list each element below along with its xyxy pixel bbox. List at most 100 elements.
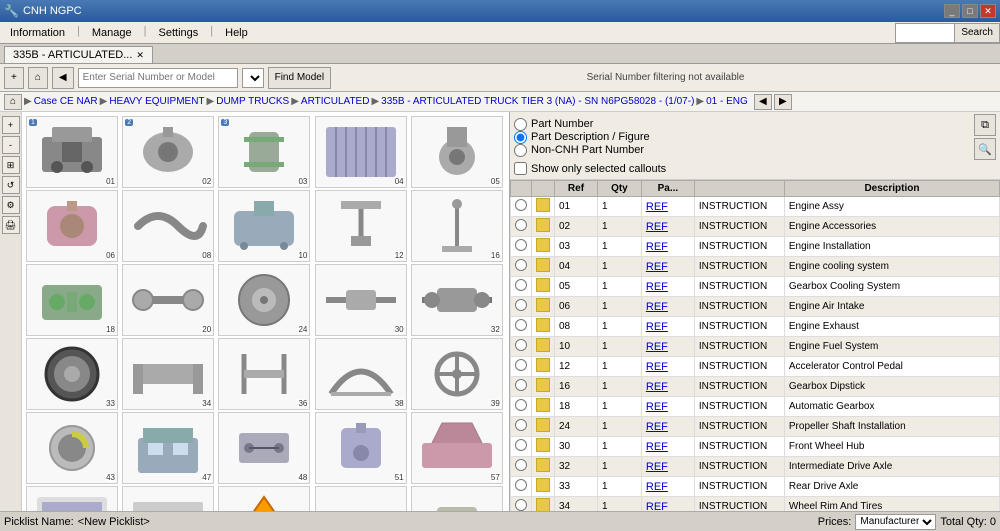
copy-icon-button[interactable]: ⧉	[974, 114, 996, 136]
radio-part-desc[interactable]: Part Description / Figure	[514, 131, 650, 144]
table-row[interactable]: 05 1 REF INSTRUCTION Gearbox Cooling Sys…	[511, 277, 1000, 297]
part-radio[interactable]	[515, 439, 527, 451]
breadcrumb-heavy[interactable]: HEAVY EQUIPMENT	[109, 96, 204, 107]
ref-link[interactable]: REF	[646, 341, 668, 353]
diagram-cell[interactable]: 67	[315, 486, 407, 511]
table-row[interactable]: 34 1 REF INSTRUCTION Wheel Rim And Tires	[511, 497, 1000, 512]
menu-manage[interactable]: Manage	[82, 25, 142, 41]
row-part[interactable]: REF	[641, 257, 694, 277]
diagram-cell[interactable]: 43	[26, 412, 118, 484]
row-part[interactable]: REF	[641, 197, 694, 217]
table-row[interactable]: 33 1 REF INSTRUCTION Rear Drive Axle	[511, 477, 1000, 497]
diagram-cell[interactable]: 05	[411, 116, 503, 188]
row-radio-cell[interactable]	[511, 437, 532, 457]
menu-information[interactable]: Information	[0, 25, 75, 41]
row-part[interactable]: REF	[641, 437, 694, 457]
show-callouts-checkbox[interactable]	[514, 162, 527, 175]
row-part[interactable]: REF	[641, 397, 694, 417]
toolbar-home-button[interactable]: ⌂	[28, 67, 48, 89]
fit-view-button[interactable]: ⊞	[2, 156, 20, 174]
diagram-cell[interactable]: 34	[122, 338, 214, 410]
nav-back-button[interactable]: ◀	[754, 94, 772, 110]
row-part[interactable]: REF	[641, 317, 694, 337]
row-radio-cell[interactable]	[511, 197, 532, 217]
diagram-cell[interactable]: 68	[411, 486, 503, 511]
col-ref[interactable]: Ref	[555, 181, 598, 197]
diagram-cell[interactable]: 51	[315, 412, 407, 484]
table-row[interactable]: 06 1 REF INSTRUCTION Engine Air Intake	[511, 297, 1000, 317]
settings-btn[interactable]: ⚙	[2, 196, 20, 214]
zoom-in-button[interactable]: +	[2, 116, 20, 134]
row-radio-cell[interactable]	[511, 477, 532, 497]
diagram-cell[interactable]: 57	[411, 412, 503, 484]
diagram-cell[interactable]: 59	[122, 486, 214, 511]
part-radio[interactable]	[515, 239, 527, 251]
menu-help[interactable]: Help	[215, 25, 258, 41]
radio-non-cnh-input[interactable]	[514, 144, 527, 157]
row-part[interactable]: REF	[641, 237, 694, 257]
radio-part-number-input[interactable]	[514, 118, 527, 131]
ref-link[interactable]: REF	[646, 261, 668, 273]
diagram-cell[interactable]: 39	[411, 338, 503, 410]
search-input[interactable]	[895, 23, 955, 43]
ref-link[interactable]: REF	[646, 221, 668, 233]
table-row[interactable]: 01 1 REF INSTRUCTION Engine Assy	[511, 197, 1000, 217]
zoom-icon-button[interactable]: 🔍	[974, 138, 996, 160]
ref-link[interactable]: REF	[646, 321, 668, 333]
col-part[interactable]: Pa...	[641, 181, 694, 197]
row-radio-cell[interactable]	[511, 297, 532, 317]
diagram-cell[interactable]: 08	[122, 190, 214, 262]
row-radio-cell[interactable]	[511, 317, 532, 337]
part-radio[interactable]	[515, 399, 527, 411]
row-radio-cell[interactable]	[511, 497, 532, 512]
row-part[interactable]: REF	[641, 457, 694, 477]
row-radio-cell[interactable]	[511, 357, 532, 377]
diagram-cell[interactable]: 202	[122, 116, 214, 188]
diagram-cell[interactable]: 18	[26, 264, 118, 336]
rotate-button[interactable]: ↺	[2, 176, 20, 194]
diagram-cell[interactable]: 101	[26, 116, 118, 188]
row-part[interactable]: REF	[641, 477, 694, 497]
part-radio[interactable]	[515, 279, 527, 291]
menu-settings[interactable]: Settings	[149, 25, 209, 41]
ref-link[interactable]: REF	[646, 441, 668, 453]
maximize-button[interactable]: □	[962, 4, 978, 18]
breadcrumb-case[interactable]: Case CE NAR	[34, 96, 98, 107]
part-radio[interactable]	[515, 359, 527, 371]
table-row[interactable]: 10 1 REF INSTRUCTION Engine Fuel System	[511, 337, 1000, 357]
table-row[interactable]: 04 1 REF INSTRUCTION Engine cooling syst…	[511, 257, 1000, 277]
ref-link[interactable]: REF	[646, 241, 668, 253]
ref-link[interactable]: REF	[646, 281, 668, 293]
print-button[interactable]: 🖨	[2, 216, 20, 234]
minimize-button[interactable]: _	[944, 4, 960, 18]
part-radio[interactable]	[515, 419, 527, 431]
find-model-button[interactable]: Find Model	[268, 67, 331, 89]
part-radio[interactable]	[515, 379, 527, 391]
diagram-cell[interactable]: 38	[315, 338, 407, 410]
row-radio-cell[interactable]	[511, 337, 532, 357]
diagram-cell[interactable]: 303	[218, 116, 310, 188]
ref-link[interactable]: REF	[646, 201, 668, 213]
row-radio-cell[interactable]	[511, 257, 532, 277]
row-radio-cell[interactable]	[511, 217, 532, 237]
part-radio[interactable]	[515, 339, 527, 351]
diagram-cell[interactable]: 33	[26, 338, 118, 410]
diagram-cell[interactable]: 47	[122, 412, 214, 484]
part-radio[interactable]	[515, 299, 527, 311]
diagram-cell[interactable]: 12	[315, 190, 407, 262]
row-part[interactable]: REF	[641, 417, 694, 437]
diagram-cell[interactable]: 10	[218, 190, 310, 262]
row-part[interactable]: REF	[641, 297, 694, 317]
row-radio-cell[interactable]	[511, 457, 532, 477]
toolbar-back-button[interactable]: +	[4, 67, 24, 89]
toolbar-nav-btn[interactable]: ◀	[52, 67, 74, 89]
zoom-out-button[interactable]: -	[2, 136, 20, 154]
row-part[interactable]: REF	[641, 357, 694, 377]
part-radio[interactable]	[515, 459, 527, 471]
parts-table-container[interactable]: Ref Qty Pa... Description 01 1 REF INSTR…	[510, 180, 1000, 511]
breadcrumb-model[interactable]: 335B - ARTICULATED TRUCK TIER 3 (NA) - S…	[381, 96, 694, 107]
row-part[interactable]: REF	[641, 337, 694, 357]
col-qty[interactable]: Qty	[597, 181, 641, 197]
ref-link[interactable]: REF	[646, 461, 668, 473]
table-row[interactable]: 03 1 REF INSTRUCTION Engine Installation	[511, 237, 1000, 257]
